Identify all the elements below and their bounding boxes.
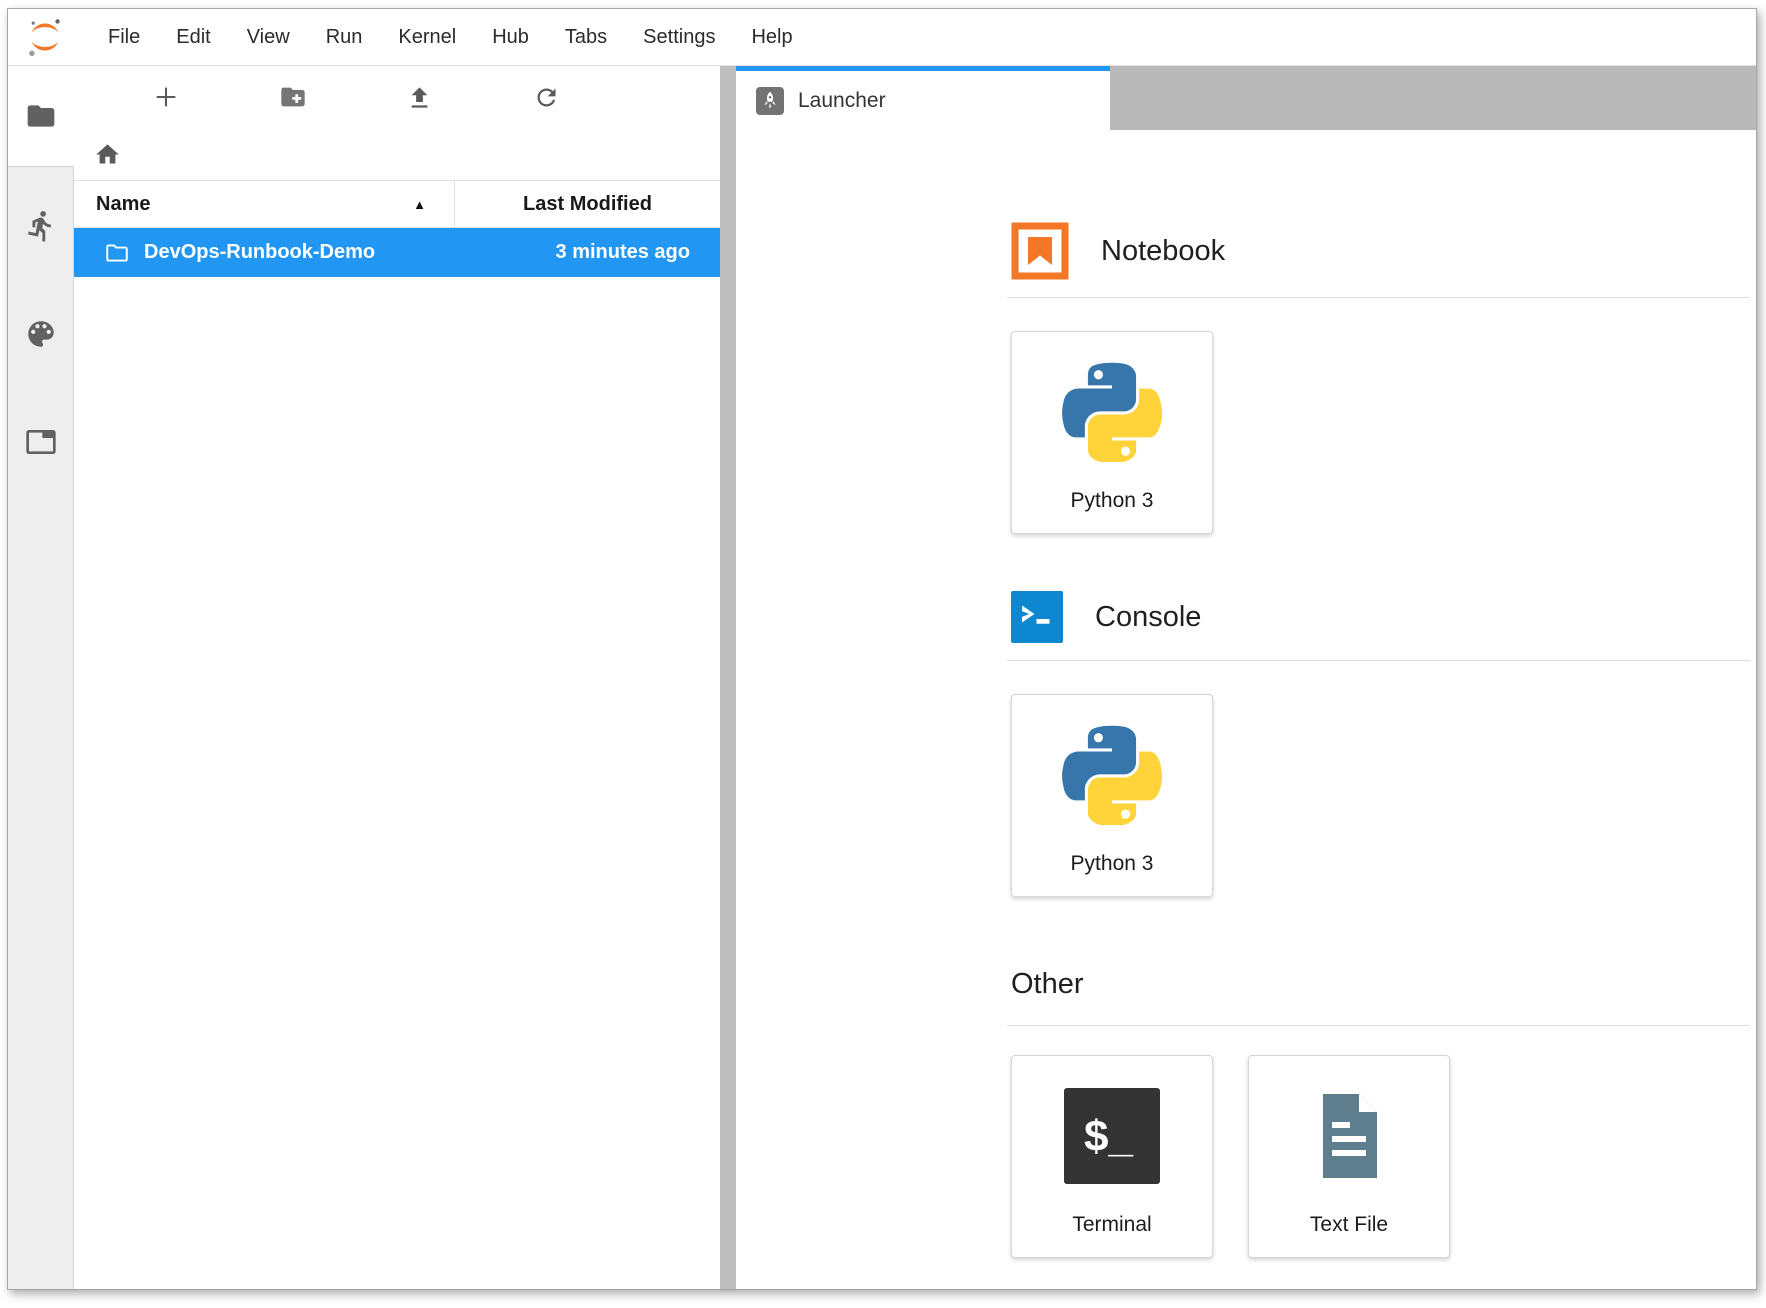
menu-item-kernel[interactable]: Kernel xyxy=(380,26,474,49)
new-launcher-button[interactable] xyxy=(102,66,229,128)
python-logo-icon xyxy=(1062,725,1162,825)
menu-item-tabs[interactable]: Tabs xyxy=(547,26,625,49)
notebook-icon xyxy=(1011,222,1069,280)
terminal-glyph: $_ xyxy=(1084,1112,1133,1161)
section-console-title: Console xyxy=(1095,600,1201,634)
menu-item-hub[interactable]: Hub xyxy=(474,26,547,49)
launcher-rocket-icon xyxy=(756,87,784,115)
column-header-name[interactable]: Name ▲ xyxy=(74,181,455,227)
breadcrumb-home[interactable] xyxy=(94,141,121,168)
card-label: Text File xyxy=(1310,1213,1388,1237)
text-file-icon xyxy=(1301,1088,1397,1184)
breadcrumb xyxy=(74,128,720,180)
card-label: Python 3 xyxy=(1071,489,1154,513)
launcher-body: Notebook Python 3 xyxy=(736,130,1756,1289)
file-row-selected[interactable]: DevOps-Runbook-Demo 3 minutes ago xyxy=(74,228,720,277)
sidebar-item-commands[interactable] xyxy=(23,316,59,352)
sidebar-rail xyxy=(8,166,74,1289)
upload-icon xyxy=(406,84,433,111)
section-divider xyxy=(1007,297,1750,298)
menu-item-view[interactable]: View xyxy=(229,26,308,49)
tab-launcher-label: Launcher xyxy=(798,89,886,113)
file-browser-panel: Name ▲ Last Modified DevOps-Runbook-Demo… xyxy=(74,66,720,1289)
launcher-panel: Launcher Notebook xyxy=(736,66,1756,1289)
file-browser-toolbar xyxy=(74,66,720,128)
card-terminal[interactable]: $_ Terminal xyxy=(1011,1055,1213,1258)
card-label: Python 3 xyxy=(1071,852,1154,876)
new-folder-icon xyxy=(279,83,307,111)
console-icon xyxy=(1011,591,1063,643)
terminal-icon: $_ xyxy=(1064,1088,1160,1184)
menu-bar: File Edit View Run Kernel Hub Tabs Setti… xyxy=(8,9,1756,66)
left-sidebar xyxy=(8,66,74,1289)
section-other-title: Other xyxy=(1011,967,1084,1001)
refresh-button[interactable] xyxy=(483,66,610,128)
python-logo-icon xyxy=(1062,362,1162,462)
folder-outline-icon xyxy=(104,240,130,266)
column-header-last-modified[interactable]: Last Modified xyxy=(455,181,720,227)
jupyterlab-window: File Edit View Run Kernel Hub Tabs Setti… xyxy=(7,8,1757,1290)
folder-icon xyxy=(25,100,57,132)
card-text-file[interactable]: Text File xyxy=(1248,1055,1450,1258)
running-icon xyxy=(24,209,58,243)
card-label: Terminal xyxy=(1072,1213,1151,1237)
section-divider xyxy=(1007,1025,1750,1026)
sort-ascending-icon: ▲ xyxy=(413,197,426,212)
tab-launcher[interactable]: Launcher xyxy=(736,66,1110,130)
new-launcher-plus-icon xyxy=(152,83,180,111)
palette-icon xyxy=(24,317,58,351)
sidebar-item-running[interactable] xyxy=(23,208,59,244)
section-notebook-title: Notebook xyxy=(1101,234,1225,268)
file-modified: 3 minutes ago xyxy=(556,241,690,264)
menu-item-file[interactable]: File xyxy=(90,26,158,49)
section-divider xyxy=(1007,660,1750,661)
new-folder-button[interactable] xyxy=(229,66,356,128)
section-other: Other $_ Terminal xyxy=(1011,967,1750,1258)
refresh-icon xyxy=(533,84,560,111)
menu-item-edit[interactable]: Edit xyxy=(158,26,228,49)
panel-splitter[interactable] xyxy=(720,66,736,1289)
upload-button[interactable] xyxy=(356,66,483,128)
notebook-card-row: Python 3 xyxy=(1011,331,1750,534)
tabs-icon xyxy=(25,426,57,458)
home-icon xyxy=(94,141,121,168)
menu-item-run[interactable]: Run xyxy=(308,26,381,49)
section-notebook: Notebook Python 3 xyxy=(1011,222,1750,534)
section-notebook-header: Notebook xyxy=(1011,222,1750,280)
column-name-label: Name xyxy=(96,193,150,216)
menu-item-help[interactable]: Help xyxy=(733,26,810,49)
section-other-header: Other xyxy=(1011,967,1750,1001)
card-console-python3[interactable]: Python 3 xyxy=(1011,694,1213,897)
file-name: DevOps-Runbook-Demo xyxy=(144,241,375,264)
sidebar-item-tabs[interactable] xyxy=(23,424,59,460)
column-last-modified-label: Last Modified xyxy=(523,193,652,216)
other-card-row: $_ Terminal Text xyxy=(1011,1055,1750,1258)
file-list-header: Name ▲ Last Modified xyxy=(74,180,720,228)
tab-bar: Launcher xyxy=(736,66,1756,130)
jupyter-logo-icon xyxy=(26,16,64,58)
main-area: Name ▲ Last Modified DevOps-Runbook-Demo… xyxy=(8,66,1756,1289)
sidebar-item-filebrowser[interactable] xyxy=(8,66,74,166)
menu-item-settings[interactable]: Settings xyxy=(625,26,733,49)
card-notebook-python3[interactable]: Python 3 xyxy=(1011,331,1213,534)
section-console-header: Console xyxy=(1011,591,1750,643)
console-card-row: Python 3 xyxy=(1011,694,1750,897)
section-console: Console Python 3 xyxy=(1011,591,1750,897)
